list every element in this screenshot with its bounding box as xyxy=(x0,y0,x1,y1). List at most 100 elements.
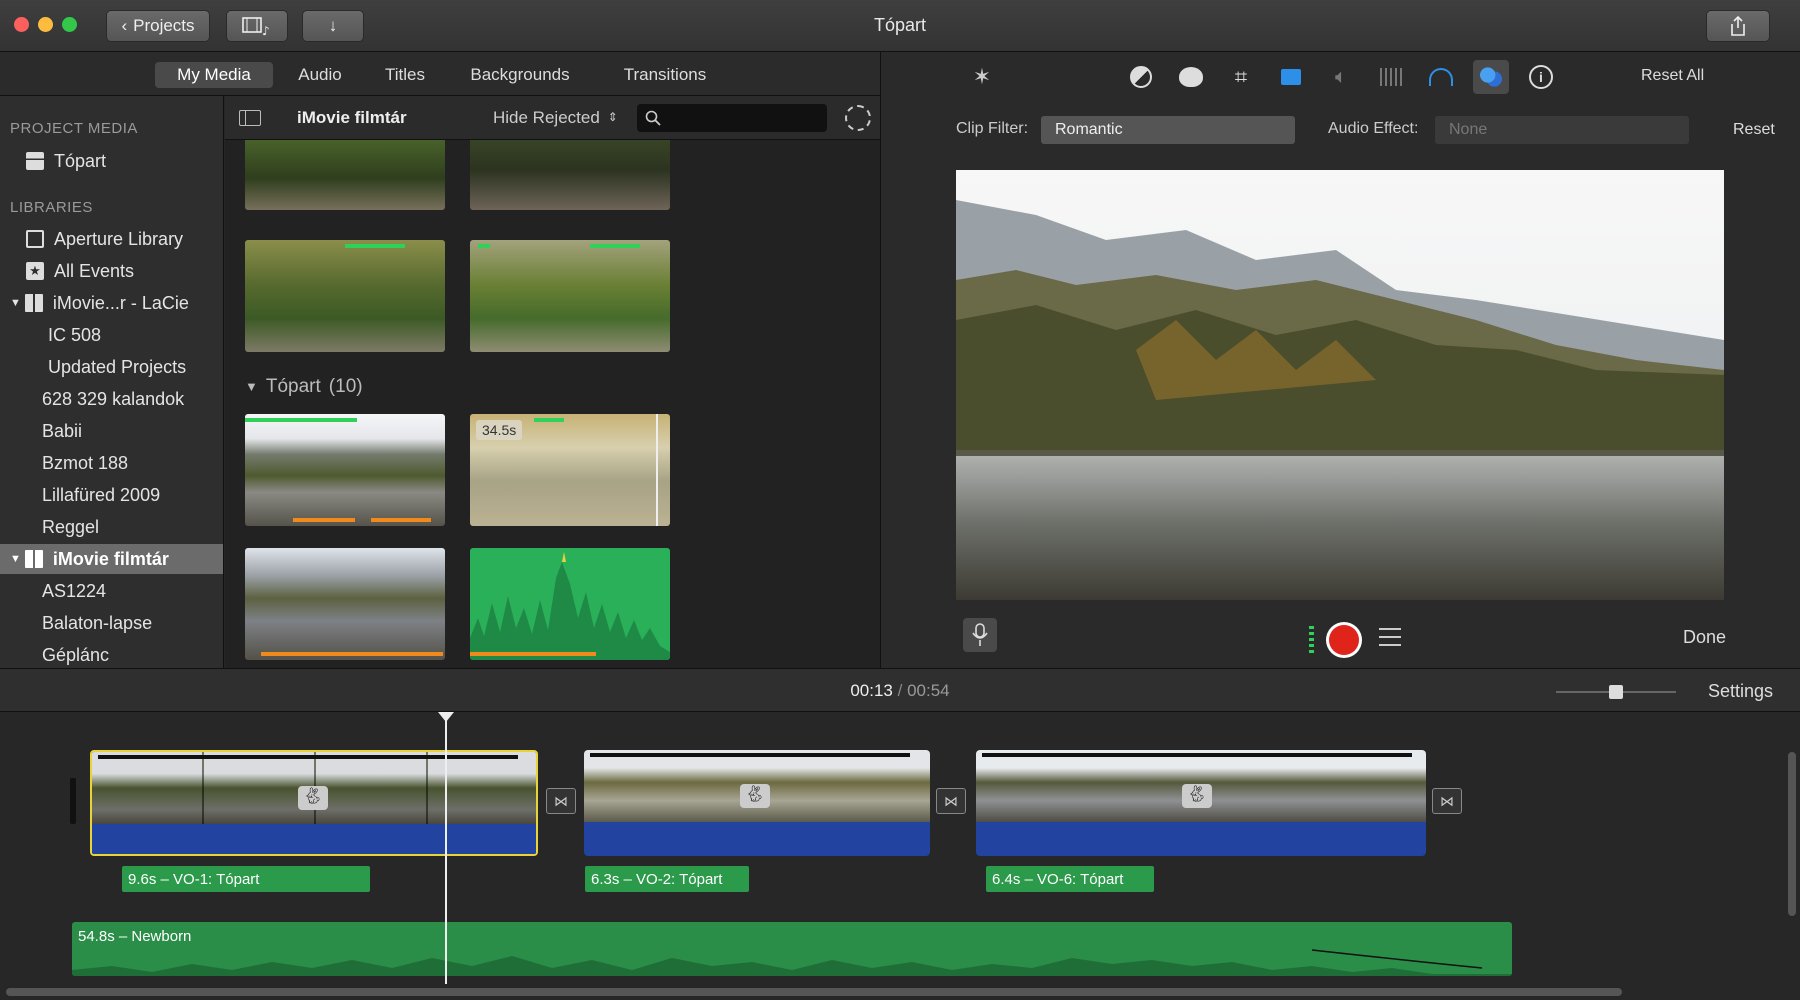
sidebar-item-kalandok[interactable]: 628 329 kalandok xyxy=(0,384,223,414)
horizontal-scrollbar[interactable] xyxy=(6,988,1622,996)
libraries-heading: LIBRARIES xyxy=(10,199,93,216)
volume-icon[interactable]: 🔈︎ xyxy=(1326,62,1356,92)
sidebar-item-reggel[interactable]: Reggel xyxy=(0,512,223,542)
color-balance-icon[interactable] xyxy=(1126,62,1156,92)
sidebar-item-updated-projects[interactable]: Updated Projects xyxy=(0,352,223,382)
project-media-heading: PROJECT MEDIA xyxy=(10,120,138,137)
star-icon: ★ xyxy=(26,262,44,280)
audio-clip-thumbnail[interactable] xyxy=(470,548,670,660)
total-time: 00:54 xyxy=(907,681,950,700)
vertical-scrollbar[interactable] xyxy=(1788,752,1796,916)
timeline-clip-selected[interactable]: 🐇︎ xyxy=(90,750,538,856)
hide-rejected-popup[interactable]: Hide Rejected ⇕ xyxy=(493,108,618,128)
timeline-toolbar: 00:13 / 00:54 Settings xyxy=(0,668,1800,712)
timeline-start-marker xyxy=(70,778,76,824)
color-correction-icon[interactable] xyxy=(1176,62,1206,92)
speed-rabbit-icon[interactable]: 🐇︎ xyxy=(740,784,770,808)
playhead-handle[interactable] xyxy=(438,712,454,722)
playhead[interactable] xyxy=(445,712,447,984)
sidebar-toggle-icon[interactable] xyxy=(239,110,261,126)
music-waveform xyxy=(72,949,1512,976)
tab-transitions[interactable]: Transitions xyxy=(610,62,720,88)
audio-effect-field[interactable]: None xyxy=(1435,116,1689,144)
reset-button[interactable]: Reset xyxy=(1733,121,1775,139)
gear-icon[interactable] xyxy=(845,105,871,131)
reset-all-button[interactable]: Reset All xyxy=(1641,67,1704,85)
search-input[interactable] xyxy=(637,104,827,132)
crop-icon[interactable]: ⌗ xyxy=(1226,62,1256,92)
sidebar-item-lillafured-2009[interactable]: Lillafüred 2009 xyxy=(0,480,223,510)
transition-icon[interactable]: ⋈ xyxy=(1432,788,1462,814)
tab-backgrounds[interactable]: Backgrounds xyxy=(460,62,580,88)
speed-rabbit-icon[interactable]: 🐇︎ xyxy=(1182,784,1212,808)
duration-badge: 34.5s xyxy=(476,420,523,440)
transition-icon[interactable]: ⋈ xyxy=(546,788,576,814)
input-level-meter xyxy=(1309,626,1314,656)
sidebar-item-imovie-filmtar[interactable]: ▼ iMovie filmtár xyxy=(0,544,223,574)
zoom-slider-knob[interactable] xyxy=(1609,685,1623,699)
clip-top-bar xyxy=(98,755,518,759)
window-title: Tópart xyxy=(873,15,927,35)
sidebar-item-ic-508[interactable]: IC 508 xyxy=(0,320,223,350)
speed-rabbit-icon[interactable]: 🐇︎ xyxy=(298,786,328,810)
info-icon[interactable]: i xyxy=(1526,62,1556,92)
skimmer-line xyxy=(656,414,658,526)
magic-wand-icon[interactable]: ✶ xyxy=(967,62,997,92)
zoom-slider[interactable] xyxy=(1556,685,1676,699)
voiceover-button[interactable] xyxy=(963,618,997,652)
video-preview[interactable] xyxy=(956,170,1724,600)
tab-my-media[interactable]: My Media xyxy=(155,62,273,88)
music-track[interactable]: 54.8s – Newborn xyxy=(72,922,1512,976)
sidebar-item-bzmot-188[interactable]: Bzmot 188 xyxy=(0,448,223,478)
clip-top-bar xyxy=(590,753,910,757)
transition-icon[interactable]: ⋈ xyxy=(936,788,966,814)
record-button-icon[interactable] xyxy=(1326,622,1362,658)
clip-filter-icon[interactable] xyxy=(1473,60,1509,94)
library-grid-icon xyxy=(24,294,43,312)
disclosure-triangle-icon[interactable]: ▼ xyxy=(10,297,21,309)
clip-filter-field[interactable]: Romantic xyxy=(1041,116,1295,144)
timeline-clip[interactable]: 🐇︎ xyxy=(976,750,1426,856)
clip-thumbnail[interactable] xyxy=(470,140,670,210)
sidebar-item-babii[interactable]: Babii xyxy=(0,416,223,446)
clip-thumbnail[interactable] xyxy=(245,414,445,526)
sidebar-item-balaton-lapse[interactable]: Balaton-lapse xyxy=(0,608,223,638)
tab-titles[interactable]: Titles xyxy=(372,62,438,88)
share-button[interactable] xyxy=(1706,10,1770,42)
clapperboard-icon xyxy=(26,152,44,170)
microphone-icon xyxy=(972,623,988,646)
clip-thumbnail[interactable] xyxy=(245,140,445,210)
equalizer-icon[interactable] xyxy=(1376,62,1406,92)
updown-chevron-icon: ⇕ xyxy=(607,110,618,124)
sidebar-item-topart-project[interactable]: Tópart xyxy=(0,146,223,176)
sidebar-item-all-events[interactable]: ★ All Events xyxy=(0,256,223,286)
clip-audio-track xyxy=(584,822,930,856)
event-header[interactable]: ▼ Tópart (10) xyxy=(245,376,363,398)
favorite-marker xyxy=(245,418,357,422)
library-grid-icon xyxy=(24,550,43,568)
tab-audio[interactable]: Audio xyxy=(288,62,352,88)
speed-icon[interactable] xyxy=(1426,62,1456,92)
clip-thumbnail[interactable] xyxy=(245,240,445,352)
stabilization-icon[interactable] xyxy=(1276,62,1306,92)
sidebar-item-aperture-library[interactable]: Aperture Library xyxy=(0,224,223,254)
voiceover-options-icon[interactable] xyxy=(1379,628,1401,648)
timeline-settings-button[interactable]: Settings xyxy=(1708,681,1773,702)
done-button[interactable]: Done xyxy=(1683,627,1726,648)
clip-thumbnail[interactable] xyxy=(470,240,670,352)
preview-frame xyxy=(956,170,1724,600)
time-separator: / xyxy=(897,681,903,700)
voiceover-clip[interactable]: 6.4s – VO-6: Tópart xyxy=(986,866,1154,892)
clip-thumbnail[interactable]: 34.5s xyxy=(470,414,670,526)
voiceover-clip[interactable]: 6.3s – VO-2: Tópart xyxy=(585,866,749,892)
sidebar-item-geplanc[interactable]: Géplánc xyxy=(0,640,223,668)
voiceover-clip[interactable]: 9.6s – VO-1: Tópart xyxy=(122,866,370,892)
timeline-clip[interactable]: 🐇︎ xyxy=(584,750,930,856)
sidebar-item-as1224[interactable]: AS1224 xyxy=(0,576,223,606)
used-clip-marker xyxy=(470,652,596,656)
sidebar-item-imovie-lacie[interactable]: ▼ iMovie...r - LaCie xyxy=(0,288,223,318)
disclosure-triangle-icon[interactable]: ▼ xyxy=(10,553,21,565)
used-clip-marker xyxy=(293,518,355,522)
disclosure-triangle-icon[interactable]: ▼ xyxy=(245,376,258,398)
clip-thumbnail[interactable] xyxy=(245,548,445,660)
